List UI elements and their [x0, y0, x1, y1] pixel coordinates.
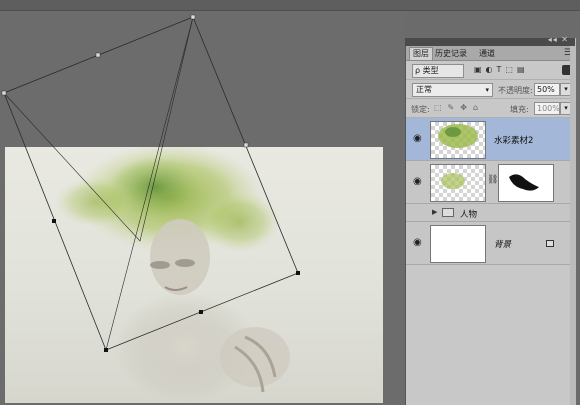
opacity-label: 不透明度: — [498, 86, 533, 95]
chevron-down-icon: ▾ — [485, 86, 489, 94]
layer-name[interactable]: 背景 — [494, 238, 511, 250]
layer-row-background[interactable]: ◉ 背景 — [406, 222, 576, 265]
panel-scrollbar[interactable] — [570, 38, 576, 405]
transform-handle-right[interactable] — [243, 142, 249, 148]
transform-handle-tl[interactable] — [1, 90, 7, 96]
layer-name[interactable]: 人物 — [460, 208, 477, 220]
link-icon[interactable]: ⛓ — [487, 175, 498, 185]
transform-handle-top[interactable] — [95, 52, 101, 58]
layer-thumbnail — [430, 225, 486, 263]
blend-mode-value: 正常 — [416, 85, 432, 94]
collapse-icon[interactable]: ◂◂ ✕ — [548, 35, 569, 44]
blend-mode-select[interactable]: 正常 ▾ — [412, 83, 493, 97]
panel-tab-bar: 图层 历史记录 通道 ☰ — [406, 46, 576, 61]
canvas-area[interactable] — [0, 11, 405, 405]
folder-icon — [442, 208, 454, 217]
options-bar — [0, 0, 580, 11]
layer-row-group[interactable]: ▶ 人物 — [406, 204, 576, 222]
eye-icon[interactable]: ◉ — [413, 237, 422, 248]
lock-row: 锁定: ⬚✎✥⌂ 填充: 100% ▾ — [406, 99, 576, 118]
layer-mask-thumbnail[interactable] — [498, 164, 554, 202]
tab-history[interactable]: 历史记录 — [432, 48, 470, 60]
transform-handle-left[interactable] — [52, 219, 56, 223]
layers-panel: 图层 历史记录 通道 ☰ ρ 类型 ▣◐T⬚▤ 正常 ▾ 不透明度: 50% ▾… — [405, 38, 576, 405]
tab-channels[interactable]: 通道 — [476, 48, 498, 60]
tab-layers[interactable]: 图层 — [409, 47, 433, 60]
layer-row-watercolor[interactable]: ◉ 水彩素材2 — [406, 118, 576, 161]
transform-handle-bl[interactable] — [104, 348, 108, 352]
layer-row-masked[interactable]: ◉ ⛓ — [406, 161, 576, 204]
opacity-input[interactable]: 50% — [534, 83, 560, 96]
transform-handle-bottom[interactable] — [199, 310, 203, 314]
fill-input[interactable]: 100% — [534, 102, 560, 115]
blend-row: 正常 ▾ 不透明度: 50% ▾ — [406, 80, 576, 99]
layer-name[interactable]: 水彩素材2 — [494, 134, 533, 146]
transform-handle-tr[interactable] — [190, 14, 196, 20]
free-transform-box[interactable] — [0, 11, 405, 405]
transform-handle-br[interactable] — [296, 271, 300, 275]
eye-icon[interactable]: ◉ — [413, 176, 422, 187]
eye-icon[interactable]: ◉ — [413, 133, 422, 144]
lock-label: 锁定: — [411, 105, 430, 114]
filter-icons[interactable]: ▣◐T⬚▤ — [474, 65, 529, 74]
panel-collapse-bar[interactable]: ◂◂ ✕ — [405, 35, 575, 46]
expand-arrow-icon[interactable]: ▶ — [432, 208, 437, 216]
fill-label: 填充: — [510, 105, 529, 114]
filter-row: ρ 类型 ▣◐T⬚▤ — [406, 61, 576, 80]
lock-icon — [546, 240, 554, 247]
layer-thumbnail — [430, 164, 486, 202]
layer-filter-select[interactable]: ρ 类型 — [412, 64, 464, 78]
layer-thumbnail — [430, 121, 486, 159]
lock-icons[interactable]: ⬚✎✥⌂ — [434, 103, 484, 112]
